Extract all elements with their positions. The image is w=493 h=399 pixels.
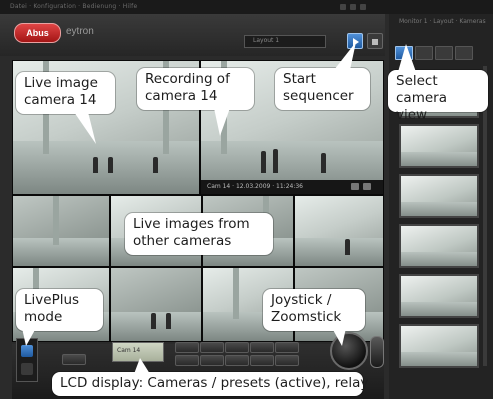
callout-pointer (398, 44, 416, 72)
close-icon[interactable] (360, 4, 366, 10)
tab-sixteen-view[interactable] (455, 46, 473, 60)
live-icon (21, 363, 33, 375)
live-view-camera[interactable] (12, 195, 110, 267)
callout-lcd-display: LCD display: Cameras / presets (active),… (52, 372, 368, 396)
playback-controls: Cam 14 · 12.03.2009 · 11:24:36 (201, 180, 383, 194)
relay-button[interactable] (200, 355, 224, 366)
callout-start-sequencer: Start sequencer (275, 68, 370, 110)
menu-bar: Datei · Konfiguration · Bedienung · Hilf… (0, 0, 493, 14)
callout-joystick: Joystick / Zoomstick (263, 289, 365, 331)
zoomstick-control[interactable] (370, 336, 384, 368)
recording-timestamp: Cam 14 · 12.03.2009 · 11:24:36 (207, 183, 303, 190)
brand-logo: Abus (14, 23, 61, 43)
callout-select-camera-view: Select camera view (388, 70, 488, 123)
callout-pointer (214, 108, 230, 136)
live-view-camera[interactable] (110, 267, 202, 342)
preset-button[interactable] (250, 342, 274, 353)
preset-button[interactable] (225, 342, 249, 353)
stop-icon (372, 39, 378, 45)
callout-live-other-cameras: Live images from other cameras (125, 213, 273, 255)
callout-pointer (134, 358, 150, 374)
preset-button[interactable] (175, 342, 199, 353)
callout-liveplus-mode: LivePlus mode (16, 289, 103, 331)
live-view-camera[interactable] (294, 195, 384, 267)
callout-pointer (334, 42, 356, 70)
callout-live-image: Live image camera 14 (16, 72, 115, 114)
rewind-icon[interactable] (351, 183, 359, 190)
play-back-icon[interactable] (363, 183, 371, 190)
callout-pointer (22, 328, 36, 346)
panel-title: Monitor 1 · Layout · Kameras (399, 18, 486, 25)
layout-select-value: Layout 1 (253, 37, 280, 44)
tab-nine-view[interactable] (435, 46, 453, 60)
minimize-icon[interactable] (340, 4, 346, 10)
maximize-icon[interactable] (350, 4, 356, 10)
callout-pointer (74, 112, 96, 144)
camera-thumbnail[interactable] (399, 224, 479, 268)
brand-name: eytron (66, 26, 94, 37)
relay-button[interactable] (275, 355, 299, 366)
relay-button[interactable] (175, 355, 199, 366)
menu-items[interactable]: Datei · Konfiguration · Bedienung · Hilf… (10, 3, 137, 10)
callout-recording: Recording of camera 14 (137, 68, 254, 110)
relay-button[interactable] (225, 355, 249, 366)
lcd-value: Cam 14 (117, 347, 141, 354)
camera-thumbnail[interactable] (399, 274, 479, 318)
camera-thumbnail[interactable] (399, 124, 479, 168)
stop-sequencer-button[interactable] (367, 33, 383, 49)
relay-button[interactable] (250, 355, 274, 366)
surveillance-app-window: Datei · Konfiguration · Bedienung · Hilf… (0, 0, 493, 399)
previous-button[interactable] (62, 354, 86, 365)
camera-thumbnail[interactable] (399, 174, 479, 218)
preset-button[interactable] (200, 342, 224, 353)
callout-pointer (332, 328, 346, 346)
layout-select[interactable]: Layout 1 (244, 35, 326, 48)
preset-button[interactable] (275, 342, 299, 353)
camera-thumbnail[interactable] (399, 324, 479, 368)
